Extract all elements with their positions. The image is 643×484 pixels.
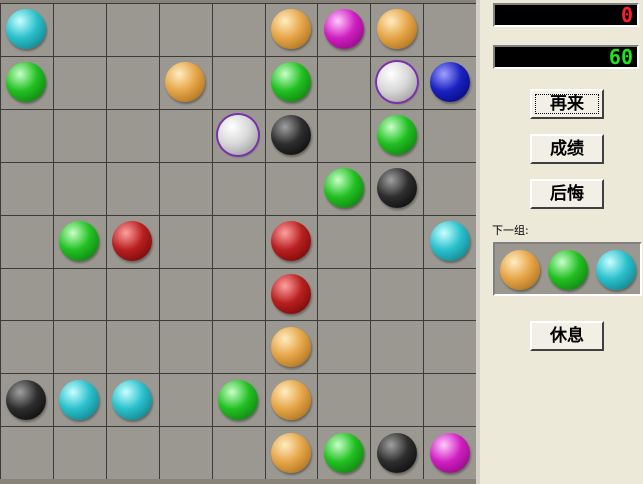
ball-black[interactable] [377,168,417,208]
ball-orange[interactable] [271,433,311,473]
board-cell[interactable] [423,320,476,373]
next-group-preview [493,242,642,296]
board-cell[interactable] [106,268,159,320]
board-cell[interactable] [0,320,53,373]
rest-button[interactable]: 休息 [530,321,604,351]
next-group-label: 下一组: [492,224,529,237]
board-cell[interactable] [317,268,370,320]
board-cell[interactable] [212,426,265,479]
ball-green[interactable] [59,221,99,261]
board-cell[interactable] [106,56,159,109]
board-cell[interactable] [159,215,212,268]
board-cell[interactable] [212,320,265,373]
ball-black[interactable] [377,433,417,473]
board-cell[interactable] [317,320,370,373]
board-cell[interactable] [159,3,212,56]
board-cell[interactable] [370,320,423,373]
board-cell[interactable] [53,56,106,109]
ball-cyan[interactable] [430,221,470,261]
board-cell[interactable] [0,162,53,215]
ball-orange[interactable] [271,327,311,367]
board-cell[interactable] [0,109,53,162]
board-cell[interactable] [53,426,106,479]
ball-magenta[interactable] [430,433,470,473]
ball-white[interactable] [377,62,417,102]
ball-cyan[interactable] [59,380,99,420]
board-cell[interactable] [317,109,370,162]
ball-orange[interactable] [165,62,205,102]
board-cell[interactable] [106,162,159,215]
ball-orange[interactable] [271,9,311,49]
board-cell[interactable] [370,215,423,268]
board-cell[interactable] [423,268,476,320]
board-cell[interactable] [0,268,53,320]
ball-red[interactable] [112,221,152,261]
board-cell[interactable] [106,426,159,479]
side-panel: 0 60 再来 成绩 后悔 下一组: 休息 [476,0,643,484]
board-cell[interactable] [212,268,265,320]
board-cell[interactable] [423,162,476,215]
next-ball-cyan [596,250,636,290]
ball-green[interactable] [218,380,258,420]
board-grid [0,3,476,484]
ball-orange[interactable] [271,380,311,420]
next-ball-orange [500,250,540,290]
board-cell[interactable] [159,426,212,479]
ball-black[interactable] [271,115,311,155]
next-ball-green [548,250,588,290]
board-cell[interactable] [53,109,106,162]
score-display: 0 [493,3,639,27]
board-cell[interactable] [212,215,265,268]
board-cell[interactable] [53,3,106,56]
ball-red[interactable] [271,221,311,261]
board-cell[interactable] [106,3,159,56]
board-cell[interactable] [159,162,212,215]
board-cell[interactable] [423,373,476,426]
ball-green[interactable] [377,115,417,155]
ball-green[interactable] [324,433,364,473]
board-cell[interactable] [423,109,476,162]
ball-white[interactable] [218,115,258,155]
board-cell[interactable] [159,373,212,426]
restart-button[interactable]: 再来 [530,89,604,119]
board-cell[interactable] [53,162,106,215]
timer-display: 60 [493,45,639,69]
ball-green[interactable] [6,62,46,102]
board-cell[interactable] [370,268,423,320]
board-cell[interactable] [106,320,159,373]
board-cell[interactable] [53,268,106,320]
board-cell[interactable] [212,162,265,215]
ball-green[interactable] [324,168,364,208]
board-cell[interactable] [53,320,106,373]
board-cell[interactable] [317,373,370,426]
board-cell[interactable] [159,320,212,373]
board-cell[interactable] [370,373,423,426]
ball-black[interactable] [6,380,46,420]
board-cell[interactable] [106,109,159,162]
board-cell[interactable] [317,56,370,109]
ball-magenta[interactable] [324,9,364,49]
board-cell[interactable] [159,268,212,320]
ball-red[interactable] [271,274,311,314]
undo-button[interactable]: 后悔 [530,179,604,209]
board-cell[interactable] [212,3,265,56]
game-board [0,0,476,484]
ball-green[interactable] [271,62,311,102]
ball-blue[interactable] [430,62,470,102]
board-cell[interactable] [0,426,53,479]
board-cell[interactable] [423,3,476,56]
ball-cyan[interactable] [6,9,46,49]
board-cell[interactable] [0,215,53,268]
board-cell[interactable] [265,162,317,215]
ball-orange[interactable] [377,9,417,49]
board-cell[interactable] [159,109,212,162]
board-cell[interactable] [212,56,265,109]
board-cell[interactable] [317,215,370,268]
ball-cyan[interactable] [112,380,152,420]
scores-button[interactable]: 成绩 [530,134,604,164]
